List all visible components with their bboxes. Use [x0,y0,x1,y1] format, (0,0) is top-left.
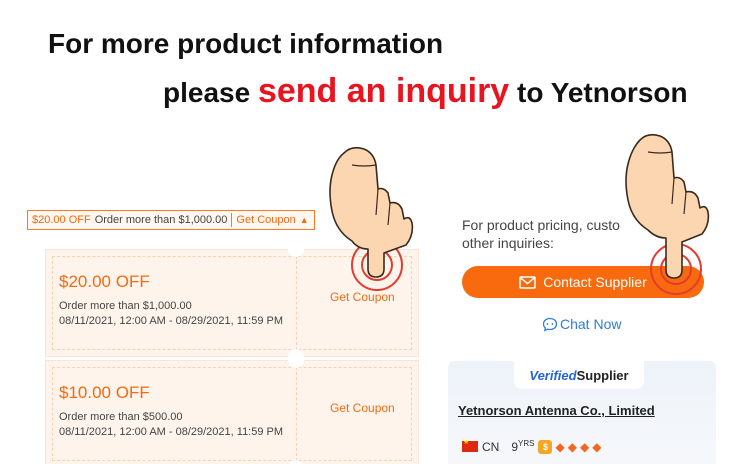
get-coupon-button[interactable]: Get Coupon [330,401,395,415]
coupon-summary-condition: Order more than $1,000.00 [94,214,228,226]
chevron-up-icon[interactable]: ▲ [300,215,314,225]
coupon-card-divider [296,367,297,461]
chat-now-link[interactable]: Chat Now [542,316,621,332]
coupon-dates: 08/11/2021, 12:00 AM - 08/29/2021, 11:59… [59,315,284,327]
verified-supplier-badge: Verified Supplier [514,361,644,389]
coupon-card-divider [296,256,297,350]
verified-mark: Verified [529,367,577,383]
supplier-card: Verified Supplier Yetnorson Antenna Co.,… [448,361,716,464]
coupon-summary-strip[interactable]: $20.00 OFF Order more than $1,000.00 Get… [27,210,315,230]
headline-suffix: to Yetnorson [509,77,688,108]
coupon-summary-get-coupon[interactable]: Get Coupon [236,214,299,226]
gold-supplier-icon: $ [538,439,553,454]
get-coupon-button[interactable]: Get Coupon [330,290,395,304]
diamond-icon: ◆ [567,439,577,454]
coupon-card: $10.00 OFF Order more than $500.00 08/11… [45,360,419,464]
diamond-icon: ◆ [555,439,565,454]
pointing-hand-icon [625,133,710,279]
coupon-summary-amount: $20.00 OFF [32,214,91,226]
contact-prompt-start: For product pricing, custo [462,217,620,233]
supplier-meta: CN 9YRS $ ◆ ◆ ◆ ◆ [462,438,602,454]
headline-line-2: please send an inquiry to Yetnorson [163,72,688,111]
diamond-icon: ◆ [579,439,590,454]
supplier-country: CN [482,439,500,454]
supplier-name-link[interactable]: Yetnorson Antenna Co., Limited [458,403,655,418]
headline-line-1: For more product information [48,28,444,59]
coupon-condition: Order more than $1,000.00 [59,300,192,312]
coupon-summary-divider [231,213,233,227]
supplier-years: 9YRS [511,439,534,454]
headline-prefix: please [163,77,258,108]
coupon-dates: 08/11/2021, 12:00 AM - 08/29/2021, 11:59… [59,426,284,438]
china-flag-icon [462,438,478,452]
coupon-notch-bottom [288,349,304,357]
diamond-icon: ◆ [592,439,602,454]
verified-supplier-label: Supplier [576,367,629,383]
pointing-hand-icon [329,146,414,278]
mail-icon [519,275,536,289]
supplier-years-unit: YRS [518,439,535,448]
chat-now-label: Chat Now [560,316,622,332]
coupon-condition: Order more than $500.00 [59,411,183,423]
coupon-value: $10.00 OFF [59,383,150,402]
coupon-value: $20.00 OFF [59,272,150,291]
headline-highlight: send an inquiry [257,72,510,110]
chat-icon [542,317,558,332]
